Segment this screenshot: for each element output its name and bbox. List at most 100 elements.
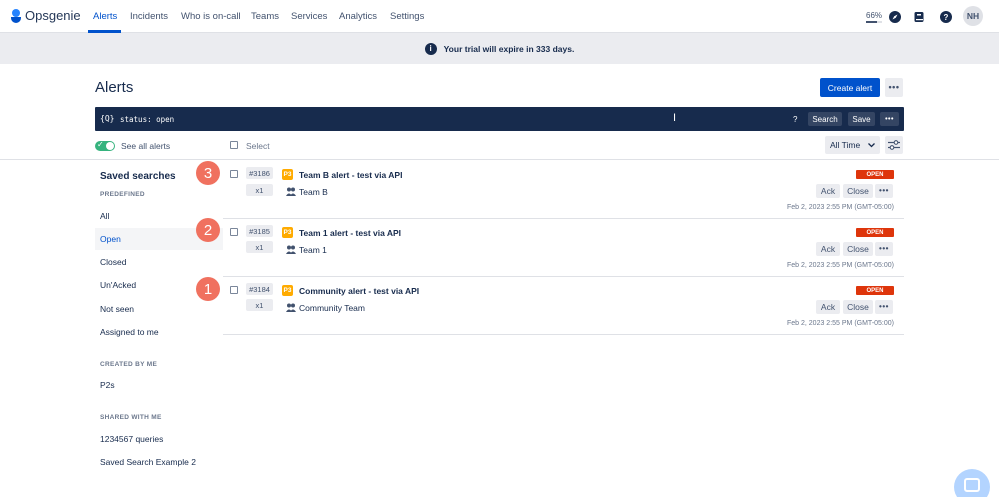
zoom-bar [866,21,882,23]
more-icon: ••• [885,115,894,123]
toggle-knob [106,142,114,150]
alert-title[interactable]: Community alert - test via API [299,286,419,296]
alert-title[interactable]: Team B alert - test via API [299,170,402,180]
priority-badge: P3 [282,169,293,180]
saved-search-example-2[interactable]: Saved Search Example 2 [95,451,223,473]
trial-banner-text: Your trial will expire in 333 days. [443,43,575,54]
svg-text:?: ? [944,13,949,22]
page-more-button[interactable]: ••• [885,78,903,97]
app-name: Opsgenie [25,8,81,23]
alert-date: Feb 2, 2023 2:55 PM (GMT-05:00) [787,204,894,211]
status-badge: OPEN [856,228,894,237]
time-range-dropdown[interactable]: All Time [825,136,880,154]
alert-count: x1 [246,184,273,196]
nav-services[interactable]: Services [291,11,327,22]
alert-more-button[interactable]: ••• [875,242,893,256]
step-badge: 1 [196,277,220,301]
saved-search-1234567-queries[interactable]: 1234567 queries [95,428,223,450]
priority-badge: P3 [282,227,293,238]
status-badge: OPEN [856,286,894,295]
saved-search-p2s[interactable]: P2s [95,374,223,396]
nav-teams[interactable]: Teams [251,11,279,22]
close-button[interactable]: Close [843,300,873,314]
saved-search-not-seen[interactable]: Not seen [95,298,223,320]
chevron-down-icon [868,142,876,147]
time-range-value: All Time [830,140,861,150]
filter-settings-button[interactable] [885,136,903,154]
ack-button[interactable]: Ack [816,242,840,256]
top-navigation: Opsgenie Alerts Incidents Who is on-call… [0,0,999,33]
alert-date: Feb 2, 2023 2:55 PM (GMT-05:00) [787,262,894,269]
more-icon: ••• [879,302,889,311]
group-shared-with-me-title: SHARED WITH ME [100,414,162,421]
group-created-by-me-title: CREATED BY ME [100,361,158,368]
header-divider [0,159,999,160]
text-cursor-icon: I [673,112,677,124]
nav-who-is-on-call[interactable]: Who is on-call [181,11,241,22]
nav-analytics[interactable]: Analytics [339,11,377,22]
saved-search-assigned-to-me[interactable]: Assigned to me [95,321,223,343]
ack-button[interactable]: Ack [816,300,840,314]
team-icon [286,303,296,312]
step-badge: 2 [196,218,220,242]
alert-count: x1 [246,299,273,311]
trial-banner: i Your trial will expire in 333 days. [0,33,999,64]
chat-button[interactable] [954,469,990,497]
compass-icon[interactable] [889,11,901,23]
alert-row[interactable]: #3185 x1 P3 Team 1 alert - test via API … [223,219,904,277]
saved-search-closed[interactable]: Closed [95,251,223,273]
alert-checkbox[interactable] [230,286,238,294]
save-query-button[interactable]: Save [848,112,875,126]
see-all-alerts-label: See all alerts [121,141,171,151]
saved-searches-heading: Saved searches [100,171,176,182]
page-title: Alerts [95,79,134,96]
select-all-checkbox[interactable] [230,141,238,149]
nav-incidents[interactable]: Incidents [130,11,168,22]
alert-id[interactable]: #3184 [246,283,273,295]
sliders-icon [888,140,900,150]
alert-date: Feb 2, 2023 2:55 PM (GMT-05:00) [787,320,894,327]
search-button[interactable]: Search [808,112,842,126]
check-icon: ✓ [97,140,104,149]
book-icon[interactable] [913,11,925,23]
alert-checkbox[interactable] [230,228,238,236]
help-icon[interactable]: ? [940,11,952,23]
alert-checkbox[interactable] [230,170,238,178]
alert-id[interactable]: #3186 [246,167,273,179]
query-help-button[interactable]: ? [793,115,797,124]
alert-more-button[interactable]: ••• [875,300,893,314]
nav-alerts[interactable]: Alerts [93,11,117,22]
nav-settings[interactable]: Settings [390,11,424,22]
alert-count: x1 [246,241,273,253]
ack-button[interactable]: Ack [816,184,840,198]
alert-row[interactable]: #3184 x1 P3 Community alert - test via A… [223,277,904,335]
alert-row[interactable]: #3186 x1 P3 Team B alert - test via API … [223,161,904,219]
info-icon: i [424,42,437,55]
chat-icon [964,478,980,492]
alert-team: Team B [299,187,328,197]
zoom-level[interactable]: 66% [866,11,882,20]
group-predefined-title: PREDEFINED [100,191,145,198]
query-bar: {Q} status: open I ? Search Save ••• [95,107,904,131]
more-icon: ••• [888,82,900,92]
query-language-icon: {Q} [100,114,115,123]
step-badge: 3 [196,161,220,185]
query-more-button[interactable]: ••• [880,112,899,126]
close-button[interactable]: Close [843,242,873,256]
select-label: Select [246,141,270,151]
opsgenie-logo-icon [11,8,21,23]
user-avatar[interactable]: NH [963,6,983,26]
alert-more-button[interactable]: ••• [875,184,893,198]
close-button[interactable]: Close [843,184,873,198]
team-icon [286,187,296,196]
alert-team: Team 1 [299,245,327,255]
alert-title[interactable]: Team 1 alert - test via API [299,228,401,238]
create-alert-button[interactable]: Create alert [820,78,880,97]
alert-team: Community Team [299,303,365,313]
status-badge: OPEN [856,170,894,179]
opsgenie-logo[interactable]: Opsgenie [11,8,81,23]
team-icon [286,245,296,254]
query-input[interactable]: status: open [120,115,174,124]
alert-id[interactable]: #3185 [246,225,273,237]
see-all-alerts-toggle[interactable]: ✓ [95,140,115,151]
